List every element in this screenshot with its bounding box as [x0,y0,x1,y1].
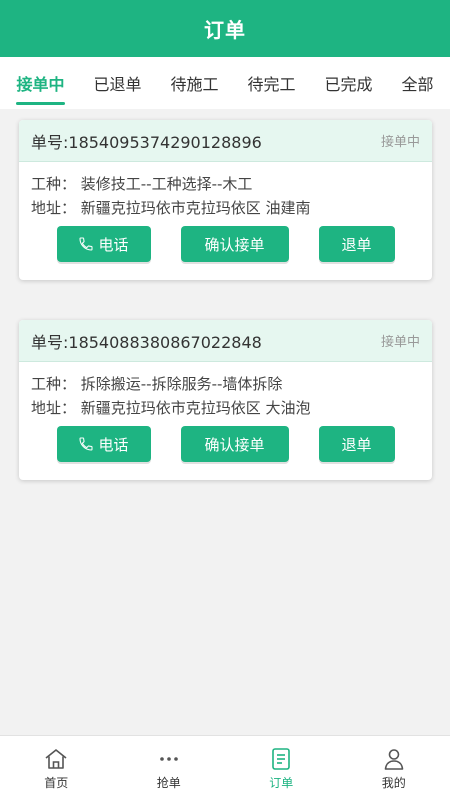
more-dots-icon [159,757,178,761]
order-card-header: 单号:1854088380867022848 接单中 [19,320,432,362]
call-button-label: 电话 [98,235,129,254]
app-root: 订单 接单中 已退单 待施工 待完工 已完成 全部 单号:18540953742… [0,0,450,800]
cancel-order-button[interactable]: 退单 [318,426,395,462]
order-card-body: 工种： 装修技工--工种选择--木工 地址： 新疆克拉玛依市克拉玛依区 油建南 … [19,162,432,280]
nav-label: 我的 [381,776,406,790]
order-card: 单号:1854088380867022848 接单中 工种： 拆除搬运--拆除服… [19,320,432,480]
work-type: 工种： 拆除搬运--拆除服务--墙体拆除 [31,375,283,393]
tab-label: 待施工 [170,75,219,94]
tab-accepting[interactable]: 接单中 [16,57,65,109]
home-icon [45,749,67,769]
order-actions: 电话 确认接单 退单 [31,426,420,462]
address: 地址： 新疆克拉玛依市克拉玛依区 油建南 [31,199,311,217]
cancel-order-label: 退单 [341,235,372,254]
call-button[interactable]: 电话 [56,226,151,262]
order-status-tabs: 接单中 已退单 待施工 待完工 已完成 全部 [0,57,450,109]
call-button-label: 电话 [98,435,129,454]
call-button[interactable]: 电话 [56,426,151,462]
tab-label: 已完成 [324,75,373,94]
tab-pending-construction[interactable]: 待施工 [170,57,218,109]
status-badge: 接单中 [380,135,420,150]
order-card-header: 单号:1854095374290128896 接单中 [19,120,432,162]
tab-all[interactable]: 全部 [401,57,433,109]
status-badge: 接单中 [380,335,420,350]
address: 地址： 新疆克拉玛依市克拉玛依区 大油泡 [31,399,311,417]
nav-label: 订单 [269,776,294,790]
bottom-navigation: 首页 抢单 订单 我的 [0,735,450,800]
order-card: 单号:1854095374290128896 接单中 工种： 装修技工--工种选… [19,120,432,280]
nav-grab-order[interactable]: 抢单 [113,746,225,790]
confirm-order-label: 确认接单 [204,235,265,254]
cancel-order-label: 退单 [341,435,372,454]
user-icon [384,749,404,770]
cancel-order-button[interactable]: 退单 [318,226,395,262]
page-title: 订单 [204,18,246,42]
nav-home[interactable]: 首页 [0,746,112,790]
order-card-body: 工种： 拆除搬运--拆除服务--墙体拆除 地址： 新疆克拉玛依市克拉玛依区 大油… [19,362,432,480]
tab-label: 已退单 [93,75,142,94]
app-header: 订单 [0,0,450,57]
tab-pending-completion[interactable]: 待完工 [247,57,295,109]
order-list-icon [272,748,291,770]
tab-label: 接单中 [16,75,65,94]
confirm-order-label: 确认接单 [204,435,265,454]
order-actions: 电话 确认接单 退单 [31,226,420,262]
tab-completed[interactable]: 已完成 [324,57,372,109]
tab-cancelled[interactable]: 已退单 [93,57,141,109]
tab-label: 待完工 [247,75,296,94]
confirm-order-button[interactable]: 确认接单 [180,226,289,262]
order-number: 单号:1854095374290128896 [31,132,262,152]
nav-label: 抢单 [156,776,181,790]
confirm-order-button[interactable]: 确认接单 [180,426,289,462]
nav-profile[interactable]: 我的 [338,746,450,790]
phone-icon [79,237,94,251]
phone-icon [79,437,94,451]
order-number: 单号:1854088380867022848 [31,332,262,352]
nav-label: 首页 [44,776,69,790]
tab-label: 全部 [401,75,434,94]
nav-orders[interactable]: 订单 [225,746,337,790]
work-type: 工种： 装修技工--工种选择--木工 [31,175,253,193]
